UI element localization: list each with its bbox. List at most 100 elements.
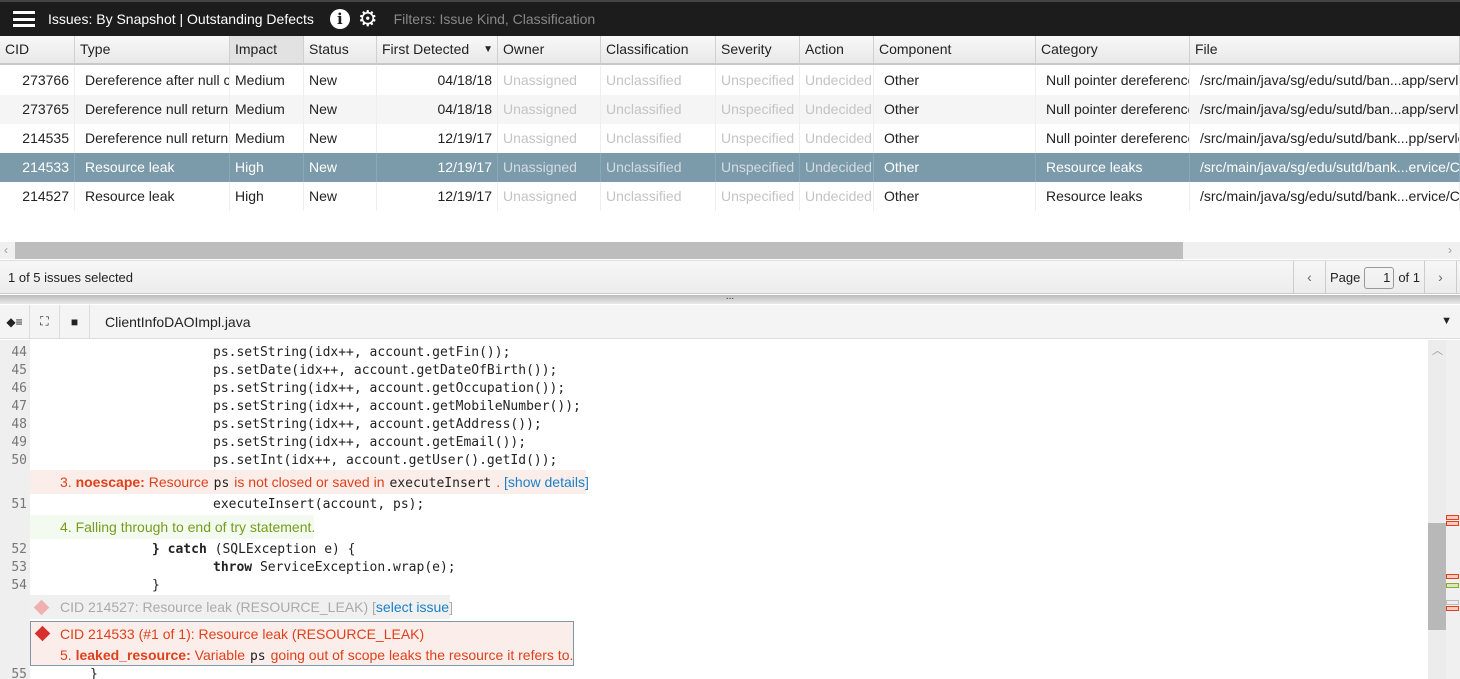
code-line: 46 ps.setString(idx++, account.getOccupat… xyxy=(0,380,1428,398)
event-text: going out of scope leaks the resource it… xyxy=(270,647,574,663)
cell-category: Null pointer dereferences xyxy=(1036,66,1190,95)
event-marker[interactable] xyxy=(1446,515,1459,520)
next-page-button[interactable]: › xyxy=(1425,261,1457,294)
column-header-classification[interactable]: Classification xyxy=(601,36,716,63)
column-label: CID xyxy=(5,41,30,57)
filters-label[interactable]: Filters: Issue Kind, Classification xyxy=(394,11,596,27)
gear-icon[interactable]: ⚙ xyxy=(358,8,378,30)
column-header-type[interactable]: Type xyxy=(75,36,230,63)
cell-cid: 273766 xyxy=(0,66,75,95)
column-header-impact[interactable]: Impact xyxy=(230,36,304,63)
code: ps.setDate(idx++, account.getDateOfBirth… xyxy=(213,363,558,378)
column-label: Action xyxy=(805,41,844,57)
event-marker[interactable] xyxy=(1446,606,1459,611)
event-marker[interactable] xyxy=(1446,583,1459,588)
code-text: ps.setString(idx++, account.getAddress()… xyxy=(213,416,542,434)
table-row[interactable]: 214533 Resource leak High New 12/19/17 Unassi… xyxy=(0,153,1460,182)
event-tag: noescape: xyxy=(75,474,145,490)
event-text: is not closed or saved in xyxy=(234,474,385,490)
cell-file: /src/main/java/sg/edu/sutd/ban...app/ser… xyxy=(1190,95,1460,124)
event-noescape: 3. noescape: Resource ps is not closed or … xyxy=(30,470,589,494)
cell-first-detected: 12/19/17 xyxy=(377,124,498,153)
menu-icon[interactable] xyxy=(13,11,35,27)
cell-type: Dereference after null c xyxy=(75,66,230,95)
cell-action: Undecided xyxy=(800,182,874,211)
event-number: 5. xyxy=(60,647,72,663)
expand-icon[interactable]: ⛶ xyxy=(30,304,60,339)
column-header-component[interactable]: Component xyxy=(874,36,1036,63)
cell-owner: Unassigned xyxy=(498,124,601,153)
table-row[interactable]: 214527 Resource leak High New 12/19/17 Unassi… xyxy=(0,182,1460,211)
line-number: 49 xyxy=(11,435,27,450)
scrollbar-thumb[interactable] xyxy=(1428,523,1446,630)
column-header-owner[interactable]: Owner xyxy=(498,36,601,63)
cell-cid: 214533 xyxy=(0,153,75,182)
event-fallthrough: 4. Falling through to end of try stateme… xyxy=(30,515,315,539)
column-header-action[interactable]: Action xyxy=(800,36,874,63)
table-row[interactable]: 214535 Dereference null return Medium New 12… xyxy=(0,124,1460,153)
scroll-right-icon[interactable]: › xyxy=(1448,242,1452,259)
code: ps.setString(idx++, account.getFin()); xyxy=(213,345,511,360)
code: (SQLException e) { xyxy=(206,542,356,557)
select-issue-link[interactable]: select issue xyxy=(376,599,449,615)
column-header-status[interactable]: Status xyxy=(304,36,377,63)
info-icon[interactable]: i xyxy=(329,9,350,29)
column-header-severity[interactable]: Severity xyxy=(716,36,800,63)
cell-impact: High xyxy=(230,153,304,182)
folder-icon[interactable]: ■ xyxy=(60,304,90,339)
pane-splitter[interactable]: ... xyxy=(0,292,1460,304)
line-number: 52 xyxy=(11,542,27,557)
event-text: Resource xyxy=(148,474,209,490)
cell-category: Resource leaks xyxy=(1036,153,1190,182)
cell-severity: Unspecified xyxy=(716,182,800,211)
view-title[interactable]: Issues: By Snapshot | Outstanding Defect… xyxy=(48,11,314,27)
prev-page-button[interactable]: ‹ xyxy=(1294,261,1326,294)
column-label: Component xyxy=(879,41,952,57)
event-marker[interactable] xyxy=(1446,521,1459,526)
event-overview-ruler xyxy=(1446,340,1460,679)
event-marker[interactable] xyxy=(1446,600,1459,605)
cell-cid: 273765 xyxy=(0,95,75,124)
page-label: Page xyxy=(1329,270,1361,285)
column-label: First Detected xyxy=(382,41,470,57)
cell-component: Other xyxy=(874,66,1036,95)
cell-type: Dereference null return xyxy=(75,95,230,124)
cell-action: Undecided xyxy=(800,124,874,153)
show-details-link[interactable]: [show details] xyxy=(504,474,589,490)
cell-status: New xyxy=(304,182,377,211)
cell-impact: Medium xyxy=(230,66,304,95)
cell-classification: Unclassified xyxy=(601,124,716,153)
table-row[interactable]: 273765 Dereference null return Medium New 04… xyxy=(0,95,1460,124)
column-header-first-detected[interactable]: First Detected ▼ xyxy=(377,36,498,63)
current-issue-box: CID 214533 (#1 of 1): Resource leak (RES… xyxy=(30,621,574,666)
table-row[interactable]: 273766 Dereference after null c Medium New 0… xyxy=(0,66,1460,95)
events-list-icon[interactable]: ◆≡ xyxy=(0,304,30,339)
code-line: 51 executeInsert(account, ps); xyxy=(0,496,1428,514)
event-var: ps xyxy=(213,476,230,491)
vertical-scrollbar[interactable]: ︿ xyxy=(1428,340,1446,679)
horizontal-scrollbar[interactable]: ‹ › xyxy=(0,242,1460,259)
file-name[interactable]: ClientInfoDAOImpl.java xyxy=(105,314,251,330)
cell-component: Other xyxy=(874,124,1036,153)
cell-first-detected: 12/19/17 xyxy=(377,153,498,182)
code: ps.setString(idx++, account.getEmail()); xyxy=(213,435,527,450)
column-header-cid[interactable]: CID xyxy=(0,36,75,63)
line-number: 51 xyxy=(11,497,27,512)
scroll-up-icon[interactable]: ︿ xyxy=(1432,342,1443,358)
grid-header: CID Type Impact Status First Detected ▼ Owner C… xyxy=(0,36,1460,65)
column-header-category[interactable]: Category xyxy=(1036,36,1190,63)
code-line: 55} xyxy=(0,666,1428,679)
chevron-down-icon[interactable]: ▼ xyxy=(1441,315,1452,327)
cell-component: Other xyxy=(874,153,1036,182)
page-input[interactable]: 1 xyxy=(1364,266,1395,289)
code: ServiceException.wrap(e); xyxy=(252,560,456,575)
event-marker[interactable] xyxy=(1446,574,1459,579)
event-number: 3. xyxy=(60,474,72,490)
code: } xyxy=(152,578,160,593)
sort-desc-icon[interactable]: ▼ xyxy=(483,36,493,63)
column-header-file[interactable]: File xyxy=(1190,36,1460,63)
cell-impact: Medium xyxy=(230,124,304,153)
scrollbar-thumb[interactable] xyxy=(15,242,1183,259)
scroll-left-icon[interactable]: ‹ xyxy=(4,242,8,259)
event-func: executeInsert xyxy=(389,476,492,491)
